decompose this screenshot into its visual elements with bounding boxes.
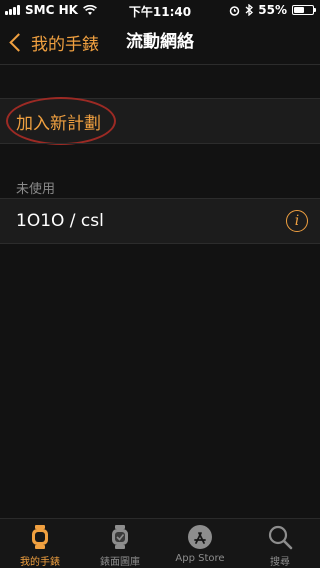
battery-percent: 55%	[258, 3, 287, 17]
status-bar: SMC HK 下午11:40 55%	[0, 0, 320, 20]
watch-icon	[32, 525, 48, 549]
tab-bar: 我的手錶 錶面圖庫 App Store 搜尋	[0, 518, 320, 568]
plan-row[interactable]: 1O1O / csl i	[0, 199, 320, 243]
navbar-divider	[0, 64, 320, 65]
plan-label: 1O1O / csl	[16, 211, 104, 231]
tab-label: 搜尋	[270, 557, 290, 568]
tab-label: App Store	[175, 553, 225, 564]
section-header: 未使用	[16, 182, 56, 197]
annotation-circle	[6, 97, 116, 145]
page-title: 流動網絡	[126, 32, 194, 52]
battery-icon	[292, 5, 316, 15]
info-icon[interactable]: i	[286, 210, 308, 232]
add-plan-button[interactable]: 加入新計劃	[0, 97, 320, 145]
alarm-icon	[230, 5, 240, 16]
tab-app-store[interactable]: App Store	[160, 519, 240, 568]
tab-label: 我的手錶	[20, 557, 60, 568]
tab-my-watch[interactable]: 我的手錶	[0, 519, 80, 568]
cell-divider	[0, 143, 320, 144]
watch-face-gallery-icon	[112, 525, 128, 549]
cell-divider	[0, 243, 320, 244]
tab-label: 錶面圖庫	[100, 557, 140, 568]
search-icon	[268, 525, 293, 550]
status-right: 55%	[229, 3, 316, 17]
tab-face-gallery[interactable]: 錶面圖庫	[80, 519, 160, 568]
app-store-icon	[188, 525, 212, 549]
navigation-bar: 我的手錶 流動網絡	[0, 20, 320, 64]
tab-search[interactable]: 搜尋	[240, 519, 320, 568]
bluetooth-icon	[245, 4, 254, 16]
